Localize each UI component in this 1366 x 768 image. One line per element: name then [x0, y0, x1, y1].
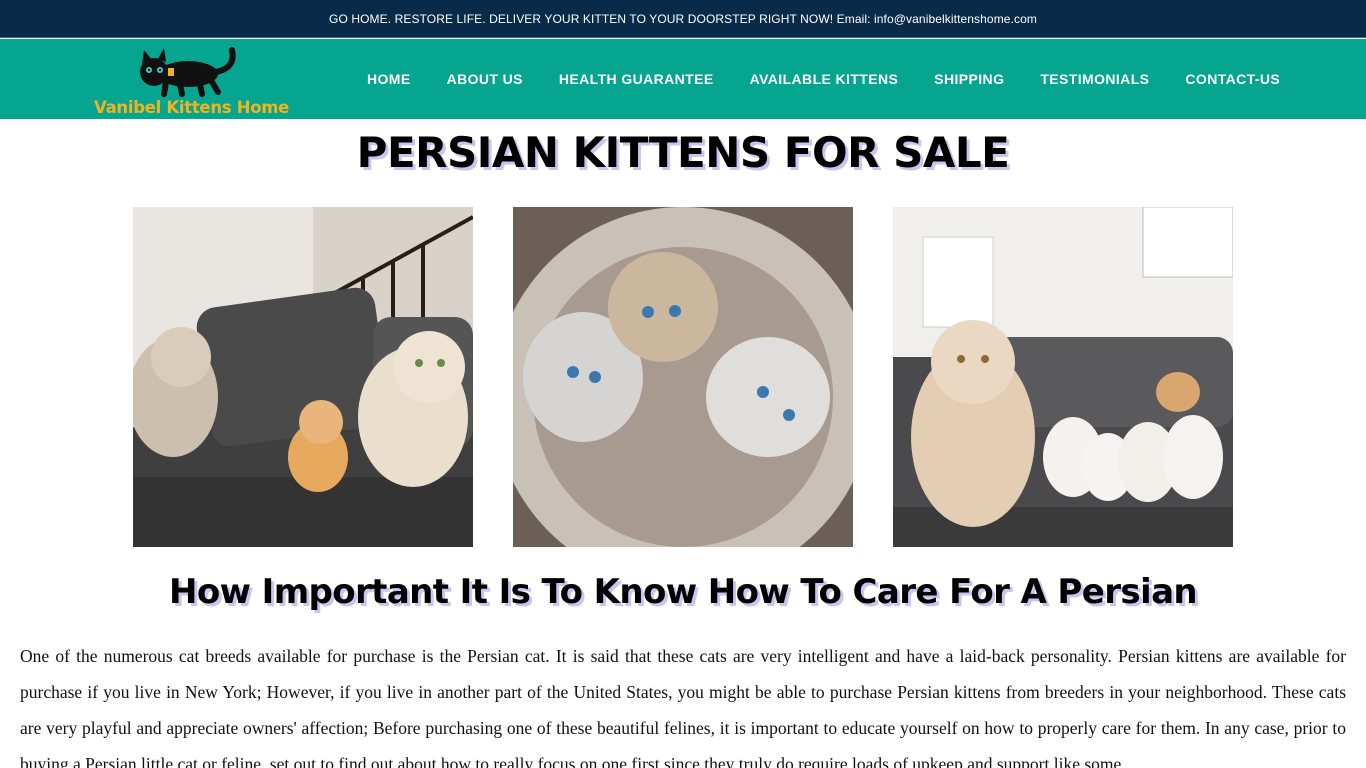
announcement-bar: GO HOME. RESTORE LIFE. DELIVER YOUR KITT…	[0, 0, 1366, 38]
main-nav: HOME ABOUT US HEALTH GUARANTEE AVAILABLE…	[349, 39, 1298, 119]
black-cat-icon	[140, 47, 236, 97]
nav-item-home[interactable]: HOME	[349, 71, 429, 87]
nav-item-available-kittens[interactable]: AVAILABLE KITTENS	[732, 71, 917, 87]
site-logo[interactable]: Vanibel Kittens Home	[92, 42, 289, 118]
intro-paragraph: One of the numerous cat breeds available…	[20, 646, 1346, 768]
logo-text: Vanibel Kittens Home	[94, 98, 290, 117]
page-title: PERSIAN KITTENS FOR SALE	[356, 128, 1010, 177]
nav-item-health-guarantee[interactable]: HEALTH GUARANTEE	[541, 71, 732, 87]
nav-item-about-us[interactable]: ABOUT US	[429, 71, 541, 87]
main-navbar: Vanibel Kittens Home HOME ABOUT US HEALT…	[0, 39, 1366, 119]
kitten-photo-sofa-stairs	[133, 207, 473, 547]
nav-item-testimonials[interactable]: TESTIMONIALS	[1022, 71, 1167, 87]
kitten-photo-living-room	[893, 207, 1233, 547]
nav-item-shipping[interactable]: SHIPPING	[916, 71, 1022, 87]
section-heading: How Important It Is To Know How To Care …	[168, 572, 1198, 612]
nav-item-contact-us[interactable]: CONTACT-US	[1167, 71, 1298, 87]
kitten-photo-cat-bed	[513, 207, 853, 547]
announcement-text: GO HOME. RESTORE LIFE. DELIVER YOUR KITT…	[329, 11, 1037, 26]
